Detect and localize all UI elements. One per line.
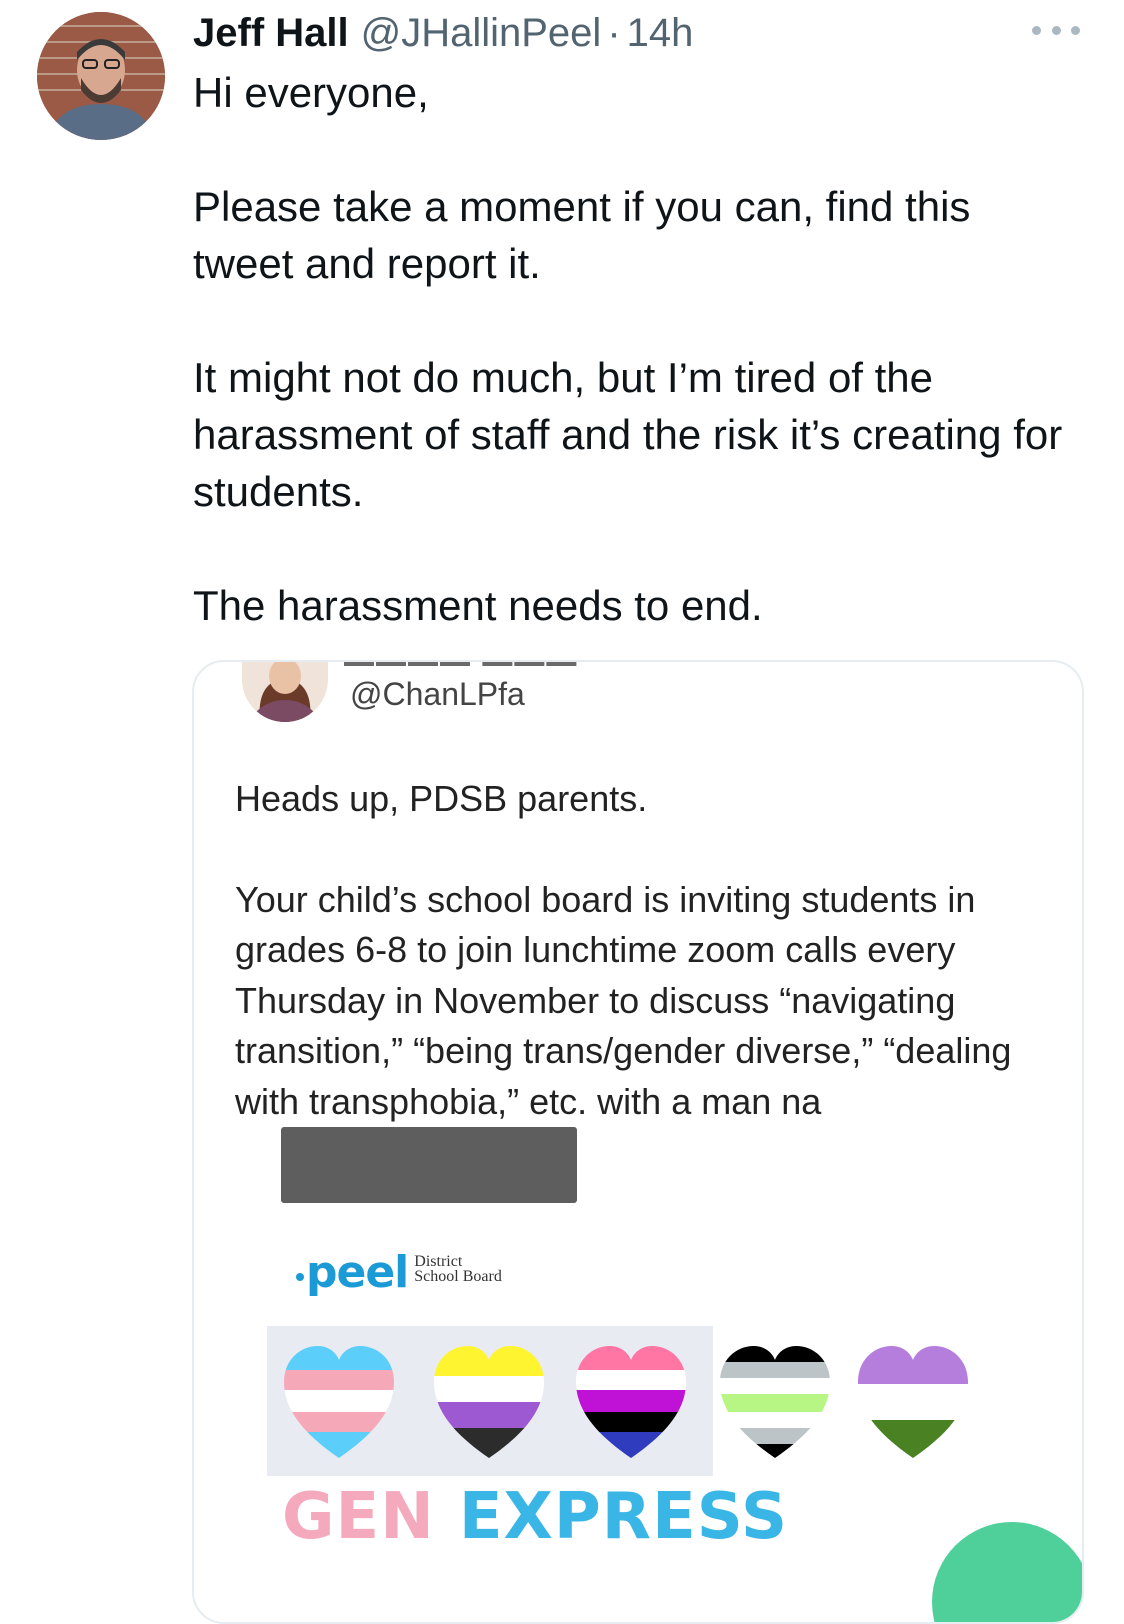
author-avatar[interactable] (37, 12, 165, 140)
genderfluid-flag-heart (576, 1346, 686, 1458)
quoted-paragraph: Heads up, PDSB parents. (235, 778, 648, 819)
pride-hearts (284, 1346, 968, 1458)
peel-logo-subtitle: District School Board (414, 1253, 502, 1285)
quoted-author-avatar (242, 662, 328, 722)
agender-flag-heart (720, 1346, 830, 1458)
trans-flag-heart (284, 1346, 394, 1458)
peel-logo: peel District School Board (296, 1248, 502, 1308)
gen-express-banner: GEN EXPRESS (282, 1482, 788, 1552)
banner-express: EXPRESS (458, 1480, 789, 1554)
more-dot (1051, 25, 1061, 35)
nonbinary-flag-heart (434, 1346, 544, 1458)
tweet-paragraph: The harassment needs to end. (193, 582, 763, 629)
header-separator: · (607, 11, 621, 55)
tweet-body: Hi everyone, Please take a moment if you… (193, 64, 1093, 634)
more-dot (1071, 25, 1080, 35)
author-name[interactable]: Jeff Hall (193, 8, 349, 58)
tweet-header: Jeff Hall @JHallinPeel · 14h (193, 8, 693, 58)
tweet-paragraph: Please take a moment if you can, find th… (193, 183, 971, 287)
peel-logo-dot (296, 1273, 304, 1281)
tweet-paragraph: It might not do much, but I’m tired of t… (193, 354, 1063, 515)
quoted-body: Heads up, PDSB parents. Your child’s sch… (235, 774, 1055, 1127)
banner-gen: GEN (282, 1480, 435, 1554)
tweet-timestamp[interactable]: 14h (627, 8, 694, 58)
more-dot (1032, 25, 1041, 35)
more-options-icon[interactable] (1032, 20, 1080, 40)
green-circle-decoration (932, 1522, 1082, 1622)
tweet-paragraph: Hi everyone, (193, 69, 429, 116)
peel-logo-word: peel (306, 1247, 409, 1298)
avatar-photo (37, 12, 165, 140)
redaction-box (281, 1127, 577, 1203)
quoted-handle: @ChanLPfa (350, 676, 525, 712)
genderqueer-flag-heart (858, 1346, 968, 1458)
cropped-display-name: ▬▬▬▬ ▬▬▬ (344, 662, 644, 666)
quoted-paragraph: Your child’s school board is inviting st… (235, 878, 1012, 1122)
quoted-tweet-image[interactable]: ▬▬▬▬ ▬▬▬ @ChanLPfa Heads up, PDSB parent… (192, 660, 1084, 1624)
author-handle[interactable]: @JHallinPeel (361, 8, 602, 58)
